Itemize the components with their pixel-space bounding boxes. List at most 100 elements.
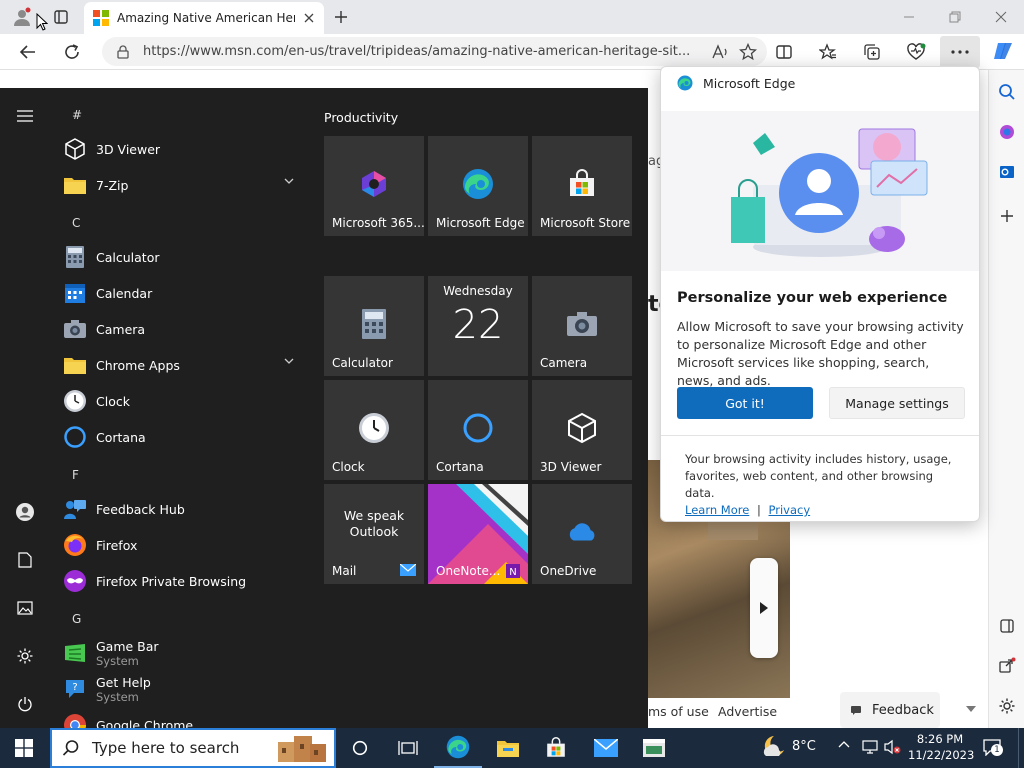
section-header-f[interactable]: F — [72, 468, 79, 482]
app-get-help[interactable]: ? Get Help System — [62, 672, 308, 706]
tile-microsoft-365[interactable]: Microsoft 365... — [324, 136, 425, 236]
feedback-label: Feedback — [872, 702, 934, 718]
app-3d-viewer[interactable]: 3D Viewer — [62, 132, 308, 166]
taskbar-search-box[interactable]: Type here to search — [50, 728, 336, 768]
temperature[interactable]: 8°C — [792, 739, 816, 754]
app-7zip[interactable]: 7-Zip — [62, 168, 308, 202]
favorites-icon[interactable] — [816, 40, 840, 64]
app-calendar[interactable]: Calendar — [62, 276, 308, 310]
documents-icon[interactable] — [9, 544, 41, 576]
app-chrome-apps[interactable]: Chrome Apps — [62, 348, 308, 382]
outlook-icon[interactable] — [995, 160, 1019, 184]
search-placeholder: Type here to search — [92, 739, 240, 757]
active-tab[interactable]: Amazing Native American Herita — [84, 2, 324, 34]
tile-microsoft-edge[interactable]: Microsoft Edge — [428, 136, 528, 236]
popup-app-name: Microsoft Edge — [703, 75, 796, 91]
show-desktop-button[interactable] — [1018, 728, 1024, 768]
privacy-link[interactable]: Privacy — [769, 503, 811, 517]
feedback-button[interactable]: Feedback — [840, 692, 940, 728]
search-icon[interactable] — [995, 80, 1019, 104]
close-tab-icon[interactable] — [303, 12, 315, 24]
task-view-icon[interactable] — [384, 728, 432, 768]
collections-icon[interactable] — [860, 40, 884, 64]
tile-clock[interactable]: Clock — [324, 380, 424, 480]
app-calculator[interactable]: Calculator — [62, 240, 308, 274]
split-screen-icon[interactable] — [772, 40, 796, 64]
manage-settings-button[interactable]: Manage settings — [829, 387, 965, 419]
firefox-private-icon — [62, 568, 88, 594]
edge-taskbar-icon[interactable] — [434, 728, 482, 768]
file-explorer-icon[interactable] — [484, 728, 532, 768]
back-icon[interactable] — [16, 40, 40, 64]
app-firefox[interactable]: Firefox — [62, 528, 308, 562]
advertise-link[interactable]: Advertise — [718, 704, 777, 719]
system-clock[interactable]: 8:26 PM 11/22/2023 — [908, 731, 975, 763]
tile-onedrive[interactable]: OneDrive — [532, 484, 632, 584]
app-google-chrome[interactable]: Google Chrome — [62, 708, 308, 728]
minimize-button[interactable] — [898, 7, 920, 27]
profile-icon[interactable] — [10, 7, 34, 27]
external-link-icon[interactable] — [995, 654, 1019, 678]
store-taskbar-icon[interactable] — [532, 728, 580, 768]
clock-date: 11/22/2023 — [908, 748, 975, 762]
app-firefox-private[interactable]: Firefox Private Browsing — [62, 564, 308, 598]
section-header-hash[interactable]: # — [72, 108, 82, 122]
settings-icon[interactable] — [9, 640, 41, 672]
pictures-icon[interactable] — [9, 592, 41, 624]
app-feedback-hub[interactable]: Feedback Hub — [62, 492, 308, 526]
got-it-button[interactable]: Got it! — [677, 387, 813, 419]
tile-calendar-live[interactable]: Wednesday 22 — [428, 276, 528, 376]
m365-sidebar-icon[interactable] — [995, 120, 1019, 144]
windows-start-button[interactable] — [0, 728, 48, 768]
search-icon — [62, 739, 80, 757]
tile-camera[interactable]: Camera — [532, 276, 632, 376]
app-camera[interactable]: Camera — [62, 312, 308, 346]
network-icon[interactable] — [862, 739, 878, 755]
chevron-down-icon[interactable] — [964, 702, 978, 716]
hamburger-menu-icon[interactable] — [9, 100, 41, 132]
notifications-icon[interactable]: 1 — [982, 738, 1004, 758]
app-game-bar[interactable]: Game Bar System — [62, 636, 308, 670]
volume-muted-icon[interactable] — [884, 739, 902, 755]
mail-taskbar-icon[interactable] — [582, 728, 630, 768]
tile-cortana[interactable]: Cortana — [428, 380, 528, 480]
browser-essentials-icon[interactable] — [904, 40, 928, 64]
new-tab-button[interactable] — [330, 7, 352, 27]
settings-more-icon[interactable] — [940, 36, 980, 68]
cortana-icon — [462, 412, 494, 444]
tile-microsoft-store[interactable]: Microsoft Store — [532, 136, 632, 236]
user-account-icon[interactable] — [9, 496, 41, 528]
refresh-icon[interactable] — [60, 40, 84, 64]
read-aloud-icon[interactable] — [711, 43, 729, 60]
tile-3d-viewer[interactable]: 3D Viewer — [532, 380, 632, 480]
terms-link[interactable]: ms of use — [648, 704, 709, 719]
app-cortana[interactable]: Cortana — [62, 420, 308, 454]
tile-group-title[interactable]: Productivity — [324, 110, 398, 125]
section-header-c[interactable]: C — [72, 216, 80, 230]
weather-icon[interactable] — [760, 734, 786, 760]
calendar-day-number: 22 — [452, 302, 504, 348]
cortana-taskbar-icon[interactable] — [336, 728, 384, 768]
learn-more-link[interactable]: Learn More — [685, 503, 749, 517]
add-sidebar-app-icon[interactable] — [995, 204, 1019, 228]
copilot-icon[interactable] — [990, 38, 1016, 64]
tile-onenote[interactable]: OneNote... N — [428, 484, 528, 584]
add-favorite-star-icon[interactable] — [739, 42, 757, 61]
chevron-up-icon[interactable] — [838, 740, 850, 748]
app-taskbar-icon[interactable] — [630, 728, 678, 768]
sidebar-settings-gear-icon[interactable] — [995, 694, 1019, 718]
app-clock[interactable]: Clock — [62, 384, 308, 418]
address-bar[interactable]: https://www.msn.com/en-us/travel/tripide… — [102, 37, 767, 66]
tab-actions-icon[interactable] — [50, 7, 72, 27]
restore-button[interactable] — [944, 7, 966, 27]
close-window-button[interactable] — [990, 7, 1012, 27]
tile-mail[interactable]: We speak Outlook Mail — [324, 484, 424, 584]
get-help-icon: ? — [62, 676, 88, 702]
section-header-g[interactable]: G — [72, 612, 81, 626]
tile-calculator[interactable]: Calculator — [324, 276, 424, 376]
hide-sidebar-icon[interactable] — [995, 614, 1019, 638]
lock-icon[interactable] — [117, 44, 129, 59]
power-icon[interactable] — [9, 688, 41, 720]
tab-title: Amazing Native American Herita — [117, 11, 295, 25]
next-slide-button[interactable] — [750, 558, 778, 658]
